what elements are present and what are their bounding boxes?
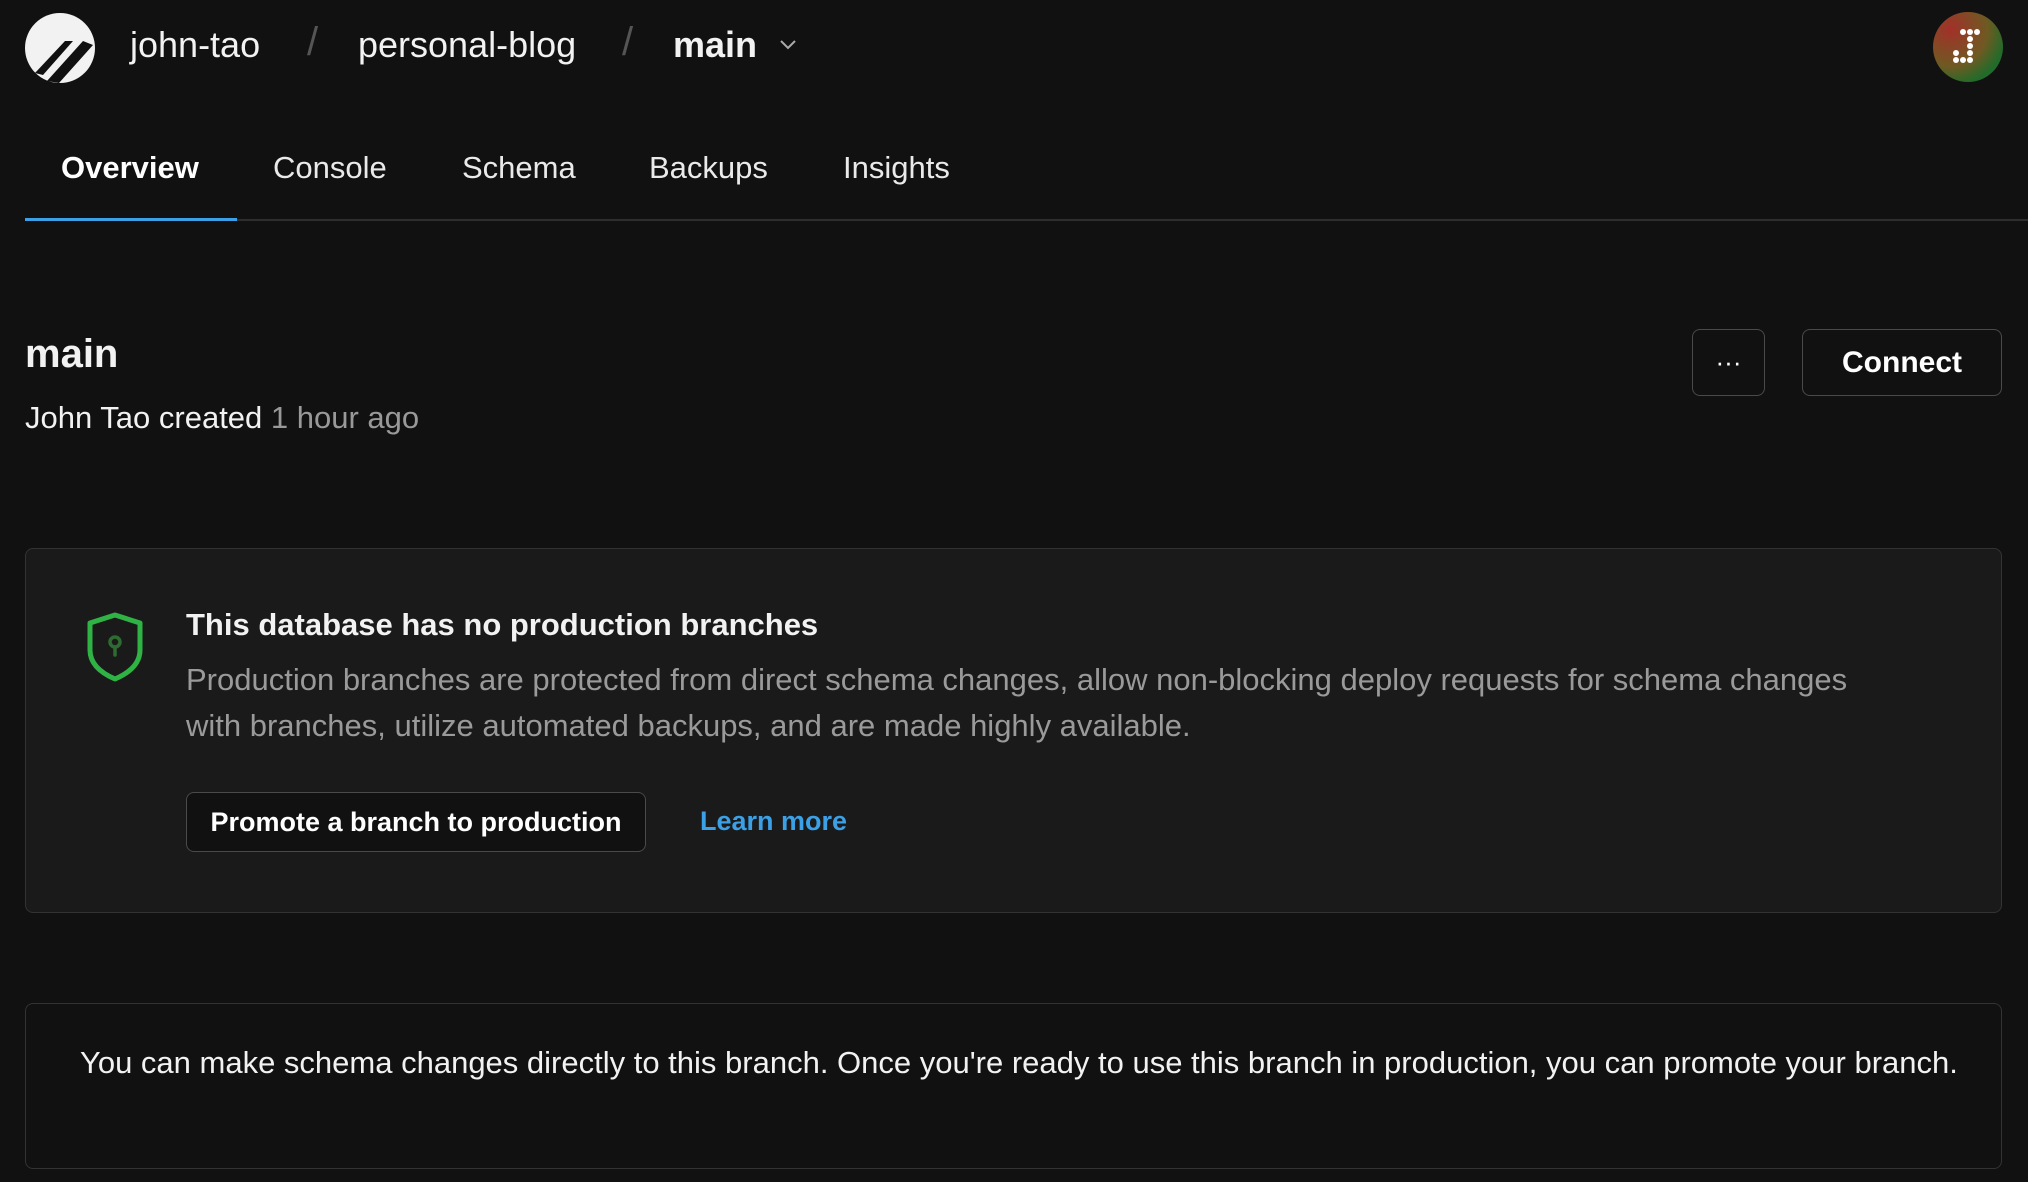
breadcrumb-separator: / xyxy=(307,20,319,64)
tab-console[interactable]: Console xyxy=(273,150,387,186)
connect-button[interactable]: Connect xyxy=(1802,329,2002,396)
logo[interactable] xyxy=(25,13,95,83)
created-label: created xyxy=(158,400,263,435)
author-name: John Tao xyxy=(25,400,151,435)
more-options-button[interactable]: ··· xyxy=(1692,329,1765,396)
schema-info-text: You can make schema changes directly to … xyxy=(80,1045,1958,1080)
breadcrumb-branch[interactable]: main xyxy=(673,24,757,66)
page-title: main xyxy=(25,332,119,376)
active-tab-underline xyxy=(25,218,237,221)
shield-icon xyxy=(85,612,145,687)
avatar-letter-icon xyxy=(1953,29,1980,63)
promote-branch-button[interactable]: Promote a branch to production xyxy=(186,792,646,852)
breadcrumb-separator: / xyxy=(622,20,634,64)
notice-description: Production branches are protected from d… xyxy=(186,662,1848,743)
created-time: 1 hour ago xyxy=(270,400,420,435)
avatar[interactable] xyxy=(1933,12,2003,82)
planetscale-logo-icon xyxy=(25,13,95,83)
tabs-divider xyxy=(25,219,2028,221)
chevron-down-icon[interactable] xyxy=(778,38,798,57)
tab-overview[interactable]: Overview xyxy=(61,150,199,186)
notice-title: This database has no production branches xyxy=(186,607,819,642)
breadcrumb-database[interactable]: personal-blog xyxy=(358,24,576,66)
branch-meta: John Tao created 1 hour ago xyxy=(25,400,419,436)
tab-schema[interactable]: Schema xyxy=(462,150,576,186)
schema-info-card xyxy=(25,1003,2002,1169)
tab-insights[interactable]: Insights xyxy=(843,150,950,186)
tab-backups[interactable]: Backups xyxy=(649,150,768,186)
learn-more-link[interactable]: Learn more xyxy=(700,806,847,837)
breadcrumb-org[interactable]: john-tao xyxy=(130,24,260,66)
